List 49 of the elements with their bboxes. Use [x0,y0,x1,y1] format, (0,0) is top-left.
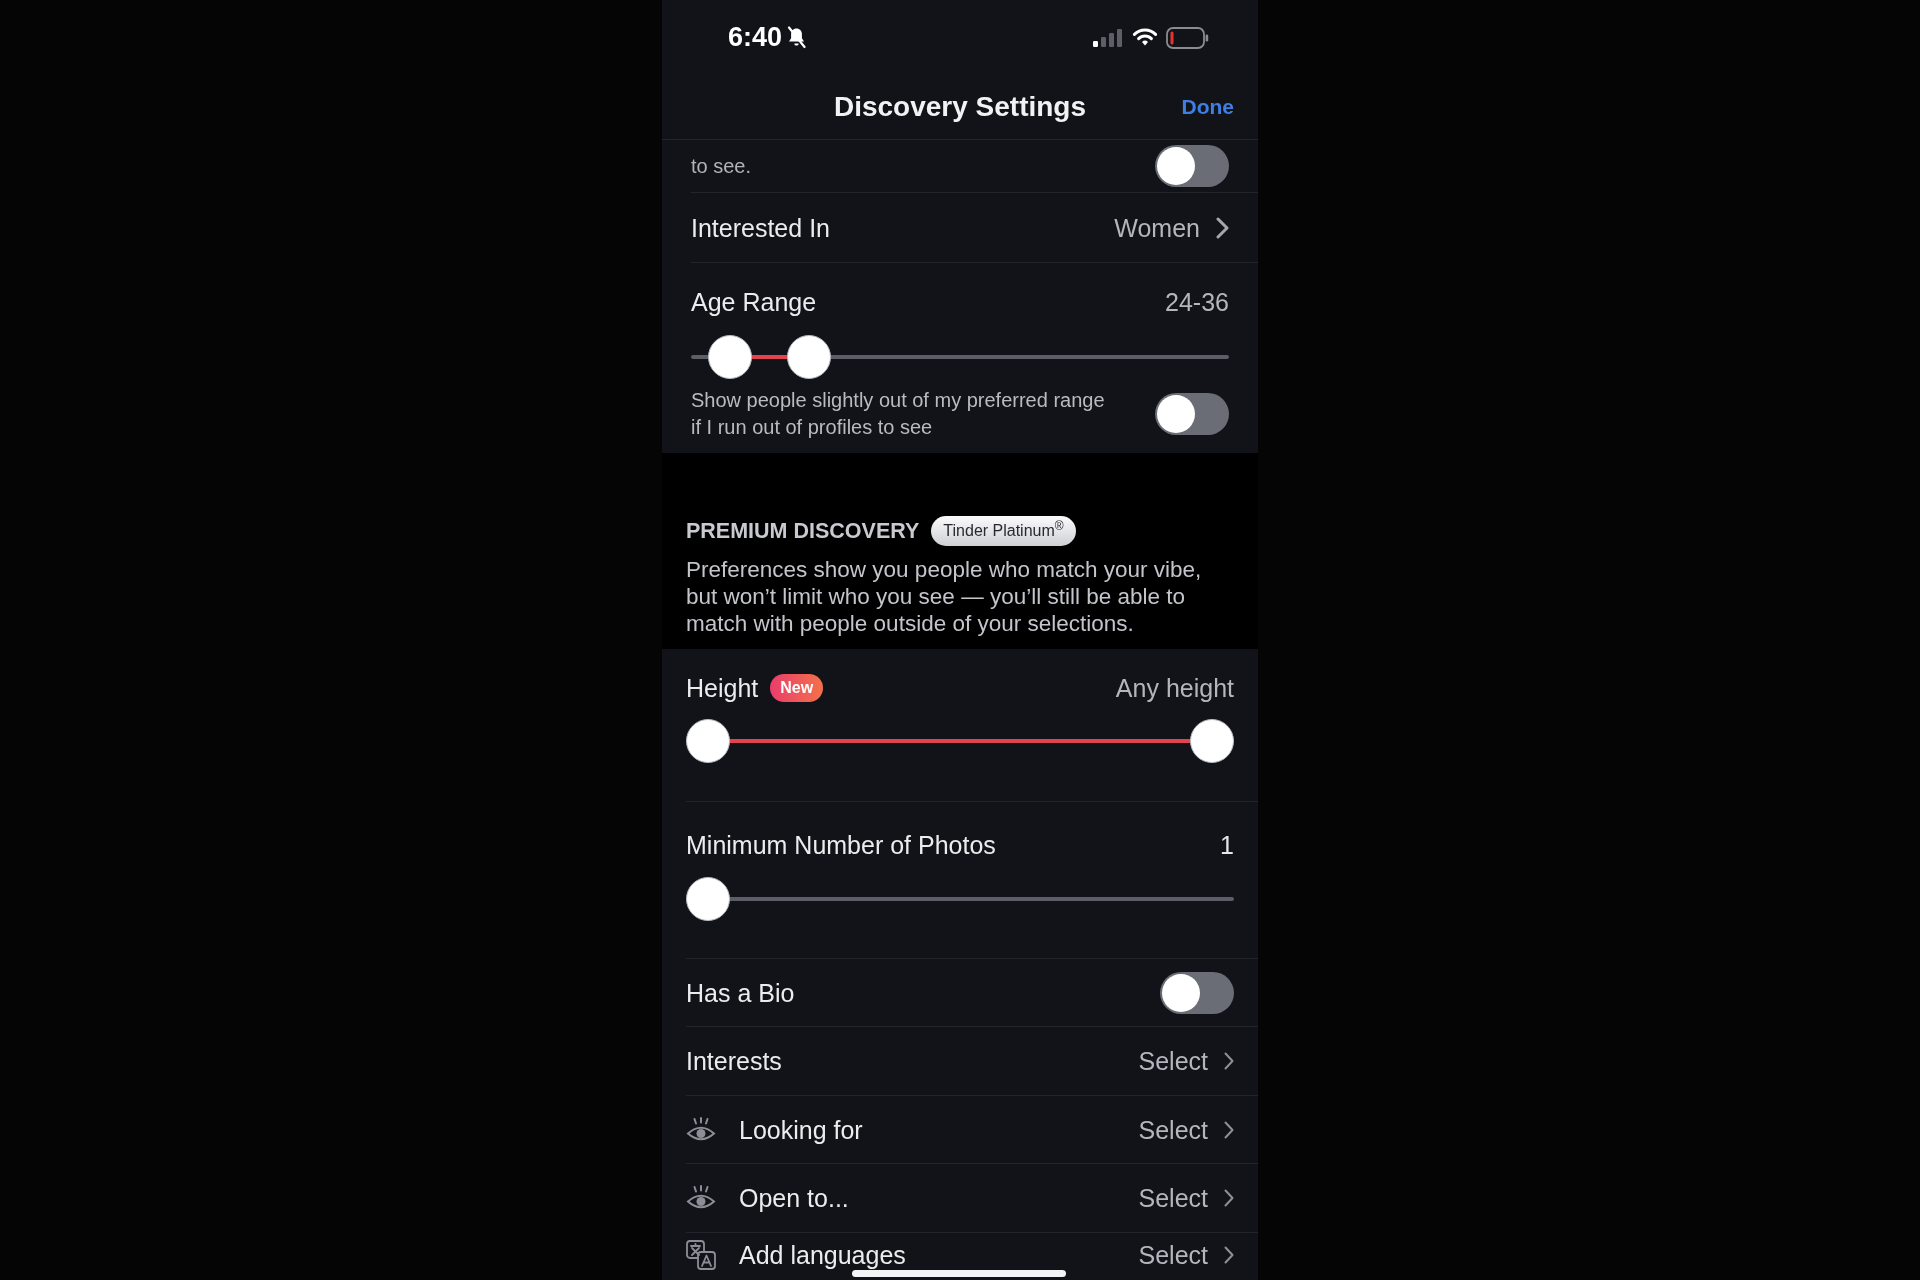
translate-icon [686,1239,716,1270]
slider-track[interactable] [686,877,1234,921]
wifi-icon [1132,28,1158,47]
slider-thumb[interactable] [708,335,753,379]
setting-label: Height [686,673,759,703]
eye-icon [686,1185,716,1211]
toggle-switch[interactable] [1160,971,1234,1014]
slider-track[interactable] [691,335,1229,379]
setting-label: Interested In [691,212,830,243]
setting-value: 1 [1220,830,1234,860]
section-heading: PREMIUM DISCOVERY [686,518,920,545]
done-button[interactable]: Done [1181,94,1234,120]
setting-label: Add languages [739,1239,906,1270]
setting-value: Any height [1115,673,1234,703]
new-badge: New [770,674,824,702]
slider-track[interactable] [686,719,1234,763]
setting-label: Minimum Number of Photos [686,830,996,860]
value-selector[interactable]: Select [1138,1239,1234,1270]
slider-thumb[interactable] [686,877,730,921]
value-selector[interactable]: Select [1138,1046,1234,1076]
value-selector[interactable]: Women [1114,212,1229,243]
battery-icon [1166,26,1209,49]
setting-value: 24-36 [1165,287,1229,317]
toggle-switch[interactable] [1155,393,1229,435]
setting-label: Has a Bio [686,977,795,1008]
section-description: Preferences show you people who match your vibe, but won’t limit who you see — you’ll still be able to match with people outside of your selections. [686,556,1203,637]
slider-thumb[interactable] [787,335,832,379]
setting-description: Show people slightly out of my preferred range if I run out of profiles to see [691,388,1106,440]
plan-badge: Tinder Platinum$^{®}$ [931,516,1076,546]
value-selector[interactable]: Select [1138,1183,1234,1213]
signal-icon [1093,28,1124,47]
chevron-right-icon [1224,1052,1234,1070]
eye-icon [686,1116,716,1143]
setting-label: Interests [686,1046,782,1076]
toggle-switch[interactable] [1155,145,1229,187]
chevron-right-icon [1224,1189,1234,1207]
value-selector[interactable]: Select [1138,1114,1234,1145]
slider-thumb[interactable] [686,719,730,763]
setting-label: Age Range [691,287,817,317]
slider-thumb[interactable] [1190,719,1234,763]
setting-label: Looking for [739,1114,863,1145]
chevron-right-icon [1224,1245,1234,1264]
chevron-right-icon [1224,1120,1234,1139]
setting-label: Open to... [739,1183,849,1213]
chevron-right-icon [1216,216,1229,239]
screen-title: Discovery Settings [833,90,1087,124]
bell-slash-icon [786,26,808,49]
status-time: 6:40 [728,24,783,51]
setting-description: to see. [691,153,752,179]
